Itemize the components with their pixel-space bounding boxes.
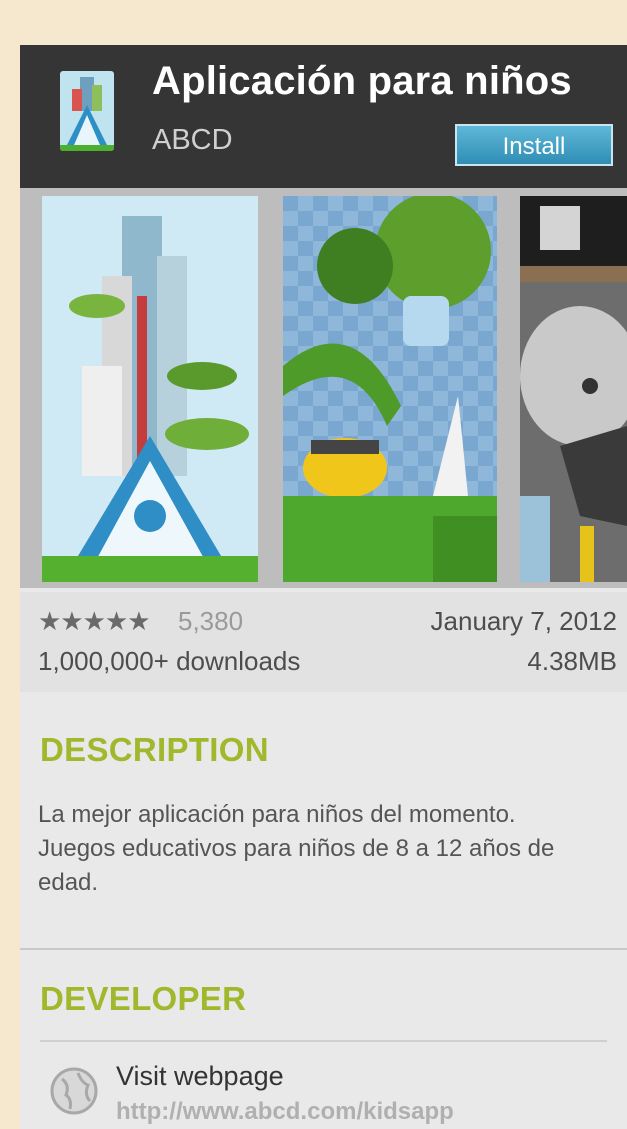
description-heading: DESCRIPTION: [40, 731, 269, 768]
app-header: Aplicación para niños ABCD Install: [20, 45, 627, 188]
globe-icon: [48, 1065, 100, 1117]
app-stats: ★★★★★ 5,380 1,000,000+ downloads January…: [20, 592, 627, 692]
section-divider: [20, 948, 627, 950]
release-date: January 7, 2012: [430, 606, 617, 636]
app-title: Aplicación para niños: [152, 59, 572, 103]
publisher-name[interactable]: ABCD: [152, 124, 233, 157]
rating-count: 5,380: [178, 606, 244, 636]
description-text: La mejor aplicación para niños del momen…: [38, 801, 555, 896]
app-details-panel: Aplicación para niños ABCD Install ★★★★★…: [20, 45, 627, 1129]
download-count: 1,000,000+ downloads: [38, 646, 301, 676]
developer-heading: DEVELOPER: [40, 980, 247, 1017]
rating-stars: ★★★★★: [38, 606, 151, 636]
app-logo-icon: [60, 71, 114, 151]
character-room-screenshot[interactable]: [520, 196, 627, 582]
developer-url[interactable]: http://www.abcd.com/kidsapp: [116, 1098, 454, 1126]
screenshot-carousel[interactable]: [20, 188, 627, 588]
install-button[interactable]: Install: [455, 124, 613, 166]
file-size: 4.38MB: [527, 646, 617, 676]
green-hills-screenshot[interactable]: [283, 196, 497, 582]
tower-city-screenshot[interactable]: [42, 196, 258, 582]
developer-divider: [40, 1040, 607, 1042]
visit-webpage-link[interactable]: Visit webpage: [116, 1061, 284, 1092]
